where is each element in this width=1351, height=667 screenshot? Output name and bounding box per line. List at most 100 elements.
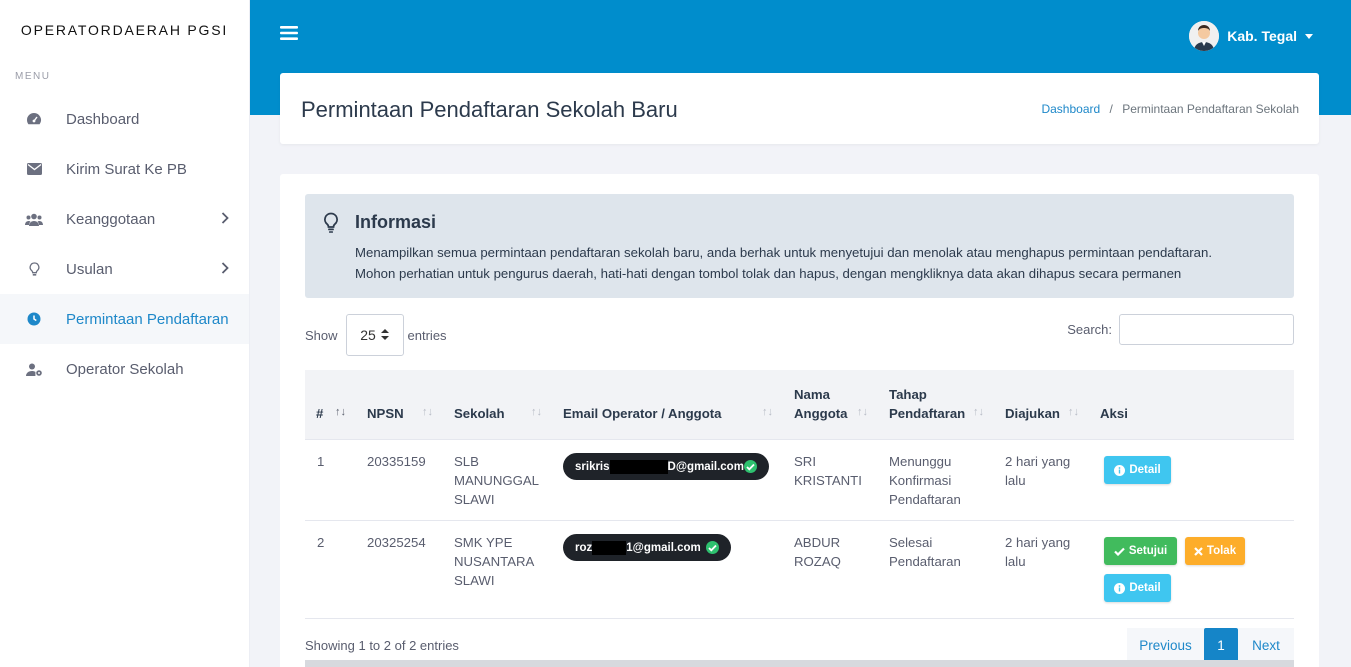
cell-diajukan-line: 2 hari yang xyxy=(1005,535,1071,550)
cell-nama-line: KRISTANTI xyxy=(794,473,862,488)
search-input[interactable] xyxy=(1119,314,1294,345)
sort-icon[interactable]: ↑↓ xyxy=(973,406,984,418)
setujui-button[interactable]: Setujui xyxy=(1104,537,1177,565)
redacted-block xyxy=(609,459,668,474)
column-header-aksi: Aksi xyxy=(1100,406,1128,421)
column-header-sekolah[interactable]: Sekolah xyxy=(454,404,505,423)
table-info: Showing 1 to 2 of 2 entries xyxy=(305,638,459,653)
cell-diajukan-line: lalu xyxy=(1005,554,1026,569)
table-header-row: # ↑↓ NPSN ↑↓ Sekolah ↑↓ Email Operator /… xyxy=(305,370,1294,439)
sidebar-item-keanggotaan[interactable]: Keanggotaan xyxy=(0,194,249,244)
pagination-next[interactable]: Next xyxy=(1238,628,1294,662)
cell-tahap-line: Pendaftaran xyxy=(889,492,961,507)
sort-icon[interactable]: ↑↓ xyxy=(422,406,433,418)
cell-sekolah-line: SLB xyxy=(454,454,479,469)
breadcrumb-home-link[interactable]: Dashboard xyxy=(1041,102,1100,116)
tolak-button[interactable]: Tolak xyxy=(1185,537,1245,565)
email-suffix: D@gmail.com xyxy=(667,460,744,473)
cell-nama-line: SRI xyxy=(794,454,816,469)
sidebar: OPERATORDAERAH PGSI MENU Dashboard Kirim… xyxy=(0,0,250,667)
caret-down-icon xyxy=(1305,33,1313,39)
cell-sekolah-line: SMK YPE xyxy=(454,535,513,550)
detail-button[interactable]: Detail xyxy=(1104,456,1171,484)
check-icon xyxy=(1114,547,1125,556)
email-prefix: roz xyxy=(575,541,593,554)
cell-sekolah-line: NUSANTARA xyxy=(454,554,535,569)
pagination-page-1[interactable]: 1 xyxy=(1204,628,1238,662)
cell-tahap: Selesai Pendaftaran xyxy=(889,533,961,571)
envelope-icon xyxy=(25,160,43,178)
sidebar-item-label: Permintaan Pendaftaran xyxy=(66,310,229,328)
table-row: 1 20335159 SLB MANUNGGAL SLAWI srikris D… xyxy=(305,439,1294,520)
gauge-icon xyxy=(25,110,43,128)
entries-length-control: Show 25 entries xyxy=(305,314,447,356)
column-header-tahap[interactable]: Tahap Pendaftaran xyxy=(889,385,965,423)
cell-sekolah-line: SLAWI xyxy=(454,492,495,507)
sidebar-item-permintaan-pendaftaran[interactable]: Permintaan Pendaftaran xyxy=(0,294,249,344)
email-badge: roz 1@gmail.com xyxy=(563,534,731,561)
sort-icon[interactable]: ↑↓ xyxy=(1068,406,1079,418)
sidebar-item-operator-sekolah[interactable]: Operator Sekolah xyxy=(0,344,249,394)
cell-nama: ABDUR ROZAQ xyxy=(794,533,841,571)
tolak-button-label: Tolak xyxy=(1206,545,1237,557)
avatar xyxy=(1189,21,1220,51)
sidebar-item-label: Keanggotaan xyxy=(66,210,156,228)
user-name: Kab. Tegal xyxy=(1227,28,1297,44)
sidebar-item-usulan[interactable]: Usulan xyxy=(0,244,249,294)
cell-npsn: 20325254 xyxy=(367,535,426,550)
info-title: Informasi xyxy=(355,212,437,232)
close-icon xyxy=(1194,546,1203,556)
breadcrumb-current: Permintaan Pendaftaran Sekolah xyxy=(1122,102,1299,116)
column-header-tahap-line1: Tahap xyxy=(889,387,927,402)
user-gear-icon xyxy=(25,360,43,378)
info-circle-icon xyxy=(1114,582,1126,594)
sort-asc-icon[interactable]: ↑↓ xyxy=(335,406,346,418)
cell-tahap-line: Pendaftaran xyxy=(889,554,961,569)
brand-title[interactable]: OPERATORDAERAH PGSI xyxy=(0,0,249,60)
email-suffix: 1@gmail.com xyxy=(626,541,701,554)
sort-icon[interactable]: ↑↓ xyxy=(531,406,542,418)
check-circle-icon xyxy=(706,541,719,554)
sidebar-item-dashboard[interactable]: Dashboard xyxy=(0,94,249,144)
detail-button-label: Detail xyxy=(1129,582,1161,594)
column-header-diajukan[interactable]: Diajukan xyxy=(1005,404,1060,423)
sort-arrows-icon xyxy=(380,329,389,341)
cell-nama: SRI KRISTANTI xyxy=(794,452,862,490)
detail-button[interactable]: Detail xyxy=(1104,574,1171,602)
user-menu[interactable]: Kab. Tegal xyxy=(1189,21,1313,51)
cell-tahap-line: Menunggu xyxy=(889,454,952,469)
column-header-tahap-line2: Pendaftaran xyxy=(889,406,966,421)
column-header-npsn[interactable]: NPSN xyxy=(367,404,404,423)
pagination-previous[interactable]: Previous xyxy=(1127,628,1204,662)
info-alert: Informasi Menampilkan semua permintaan p… xyxy=(305,194,1294,298)
cell-tahap: Menunggu Konfirmasi Pendaftaran xyxy=(889,452,961,509)
cell-tahap-line: Konfirmasi xyxy=(889,473,952,488)
cell-diajukan-line: 2 hari yang xyxy=(1005,454,1071,469)
column-header-nama[interactable]: Nama Anggota xyxy=(794,385,847,423)
info-line-1: Menampilkan semua permintaan pendaftaran… xyxy=(355,245,1213,260)
email-prefix: srikris xyxy=(575,460,610,473)
requests-table: # ↑↓ NPSN ↑↓ Sekolah ↑↓ Email Operator /… xyxy=(305,370,1294,618)
sort-icon[interactable]: ↑↓ xyxy=(857,406,868,418)
horizontal-scrollbar[interactable] xyxy=(305,660,1294,667)
info-line-2: Mohon perhatian untuk pengurus daerah, h… xyxy=(355,266,1182,281)
show-label: Show xyxy=(305,327,338,343)
cell-diajukan: 2 hari yang lalu xyxy=(1005,533,1070,571)
column-header-num[interactable]: # xyxy=(316,404,323,423)
cell-num: 1 xyxy=(317,454,325,469)
cell-nama-line: ABDUR xyxy=(794,535,841,550)
users-icon xyxy=(25,210,43,228)
main-card: Informasi Menampilkan semua permintaan p… xyxy=(280,174,1319,667)
cell-tahap-line: Selesai xyxy=(889,535,933,550)
sidebar-item-label: Usulan xyxy=(66,260,113,278)
sort-icon[interactable]: ↑↓ xyxy=(762,406,773,418)
entries-select[interactable]: 25 xyxy=(345,314,404,356)
cell-num: 2 xyxy=(317,535,325,550)
column-header-email[interactable]: Email Operator / Anggota xyxy=(563,404,722,423)
sidebar-item-label: Kirim Surat Ke PB xyxy=(66,160,187,178)
cell-diajukan: 2 hari yang lalu xyxy=(1005,452,1070,490)
cell-sekolah: SMK YPE NUSANTARA SLAWI xyxy=(454,533,534,590)
sidebar-item-kirim-surat[interactable]: Kirim Surat Ke PB xyxy=(0,144,249,194)
breadcrumb: Dashboard / Permintaan Pendaftaran Sekol… xyxy=(1041,102,1299,116)
hamburger-menu-icon[interactable] xyxy=(280,25,300,45)
